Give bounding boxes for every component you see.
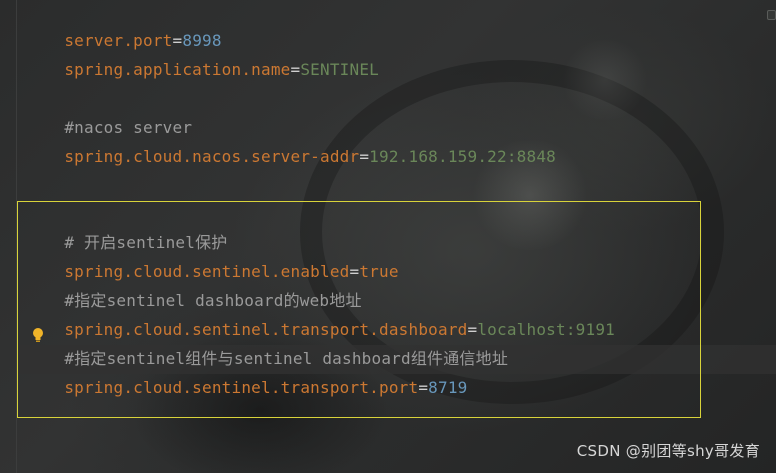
code-line[interactable]: spring.cloud.nacos.server-addr=192.168.1… [25,113,556,166]
property-separator: = [359,147,370,166]
property-key: spring.cloud.nacos.server-addr [64,147,360,166]
code-line[interactable]: # 开启sentinel保护 [25,199,227,252]
property-value: 8719 [428,378,468,397]
property-value: SENTINEL [300,60,380,79]
property-separator: = [290,60,301,79]
code-line[interactable]: #nacos server [25,84,192,137]
property-separator: = [418,378,429,397]
code-line[interactable]: spring.cloud.sentinel.enabled=true [25,228,399,281]
watermark-text: CSDN @别团等shy哥发育 [576,442,760,460]
code-line[interactable]: server.port=8998 [25,0,222,50]
property-key: spring.application.name [64,60,291,79]
code-line[interactable]: spring.application.name=SENTINEL [25,26,379,79]
inspection-marker[interactable] [767,10,776,20]
code-line[interactable]: #指定sentinel组件与sentinel dashboard组件通信地址 [25,315,508,368]
editor-gutter-divider [16,0,17,473]
code-line[interactable]: #指定sentinel dashboard的web地址 [25,257,362,310]
property-key: spring.cloud.sentinel.transport.port [64,378,419,397]
code-line-current[interactable]: spring.cloud.sentinel.transport.port=871… [25,344,468,397]
code-line[interactable]: spring.cloud.sentinel.transport.dashboar… [25,286,615,339]
wallpaper-flower [560,40,650,120]
lightbulb-icon[interactable] [31,327,45,343]
property-value: 192.168.159.22:8848 [369,147,556,166]
code-editor[interactable]: server.port=8998 spring.application.name… [0,0,776,473]
property-value: true [359,262,399,281]
